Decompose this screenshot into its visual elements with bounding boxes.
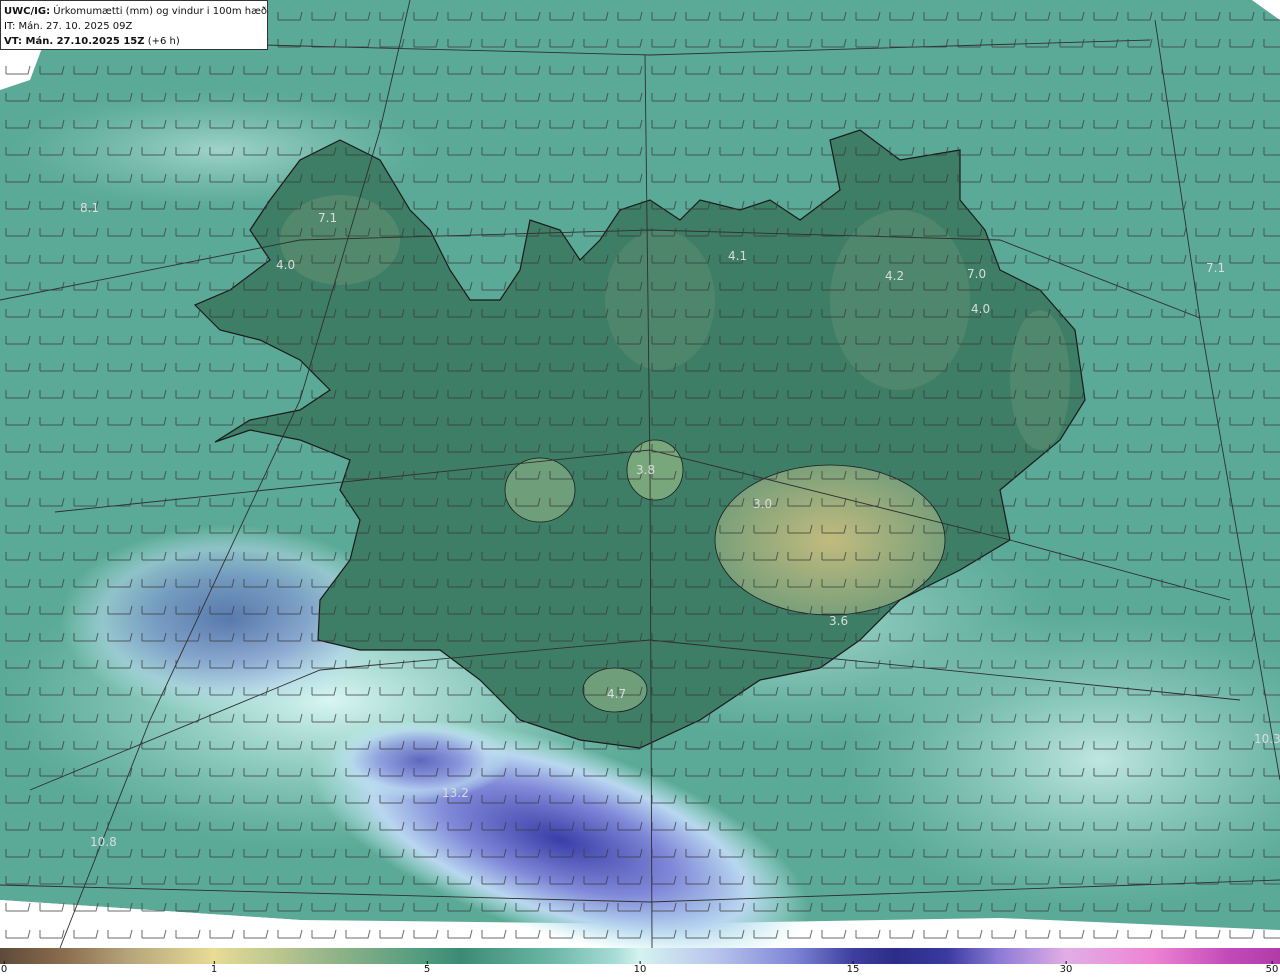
value-label: 4.7	[607, 687, 626, 701]
colorbar-tick: 50	[1265, 961, 1279, 975]
lead-time: (+6 h)	[144, 36, 180, 47]
value-label: 13.2	[442, 786, 469, 800]
value-label: 10.8	[90, 835, 117, 849]
value-label: 7.1	[318, 211, 337, 225]
valid-time-line: VT: Mán. 27.10.2025 15Z (+6 h)	[4, 34, 264, 49]
value-label: 3.0	[753, 497, 772, 511]
colorbar-tick: 10	[633, 961, 647, 975]
colorbar-tick: 15	[846, 961, 860, 975]
colorbar-tick: 30	[1059, 961, 1073, 975]
value-label: 7.0	[967, 267, 986, 281]
header-title-line: UWC/IG: Úrkomumætti (mm) og vindur i 100…	[4, 4, 268, 19]
colorbar-ticks: 0 1 5 10 15 30 50	[0, 961, 1280, 978]
colorbar-tick: 1	[210, 961, 218, 975]
value-label: 3.8	[636, 463, 655, 477]
value-label: 4.2	[885, 269, 904, 283]
valid-time: VT: Mán. 27.10.2025 15Z	[4, 36, 145, 47]
value-label: 10.3	[1254, 732, 1280, 746]
product-title: Úrkomumætti (mm) og vindur i 100m hæð	[50, 6, 268, 17]
init-time: IT: Mán. 27. 10. 2025 09Z	[4, 21, 133, 32]
value-label: 7.1	[1206, 261, 1225, 275]
product-label: UWC/IG:	[4, 6, 51, 17]
value-label: 8.1	[80, 201, 99, 215]
value-label: 4.0	[971, 302, 990, 316]
weather-map: 8.1 7.1 4.0 4.1 4.2 7.0 4.0 7.1 3.8 3.0 …	[0, 0, 1280, 948]
map-header: UWC/IG: Úrkomumætti (mm) og vindur i 100…	[0, 0, 268, 50]
colorbar-tick: 5	[423, 961, 431, 975]
colorbar-tick: 0	[0, 961, 8, 975]
value-label: 3.6	[829, 614, 848, 628]
value-label: 4.1	[728, 249, 747, 263]
value-label: 4.0	[276, 258, 295, 272]
